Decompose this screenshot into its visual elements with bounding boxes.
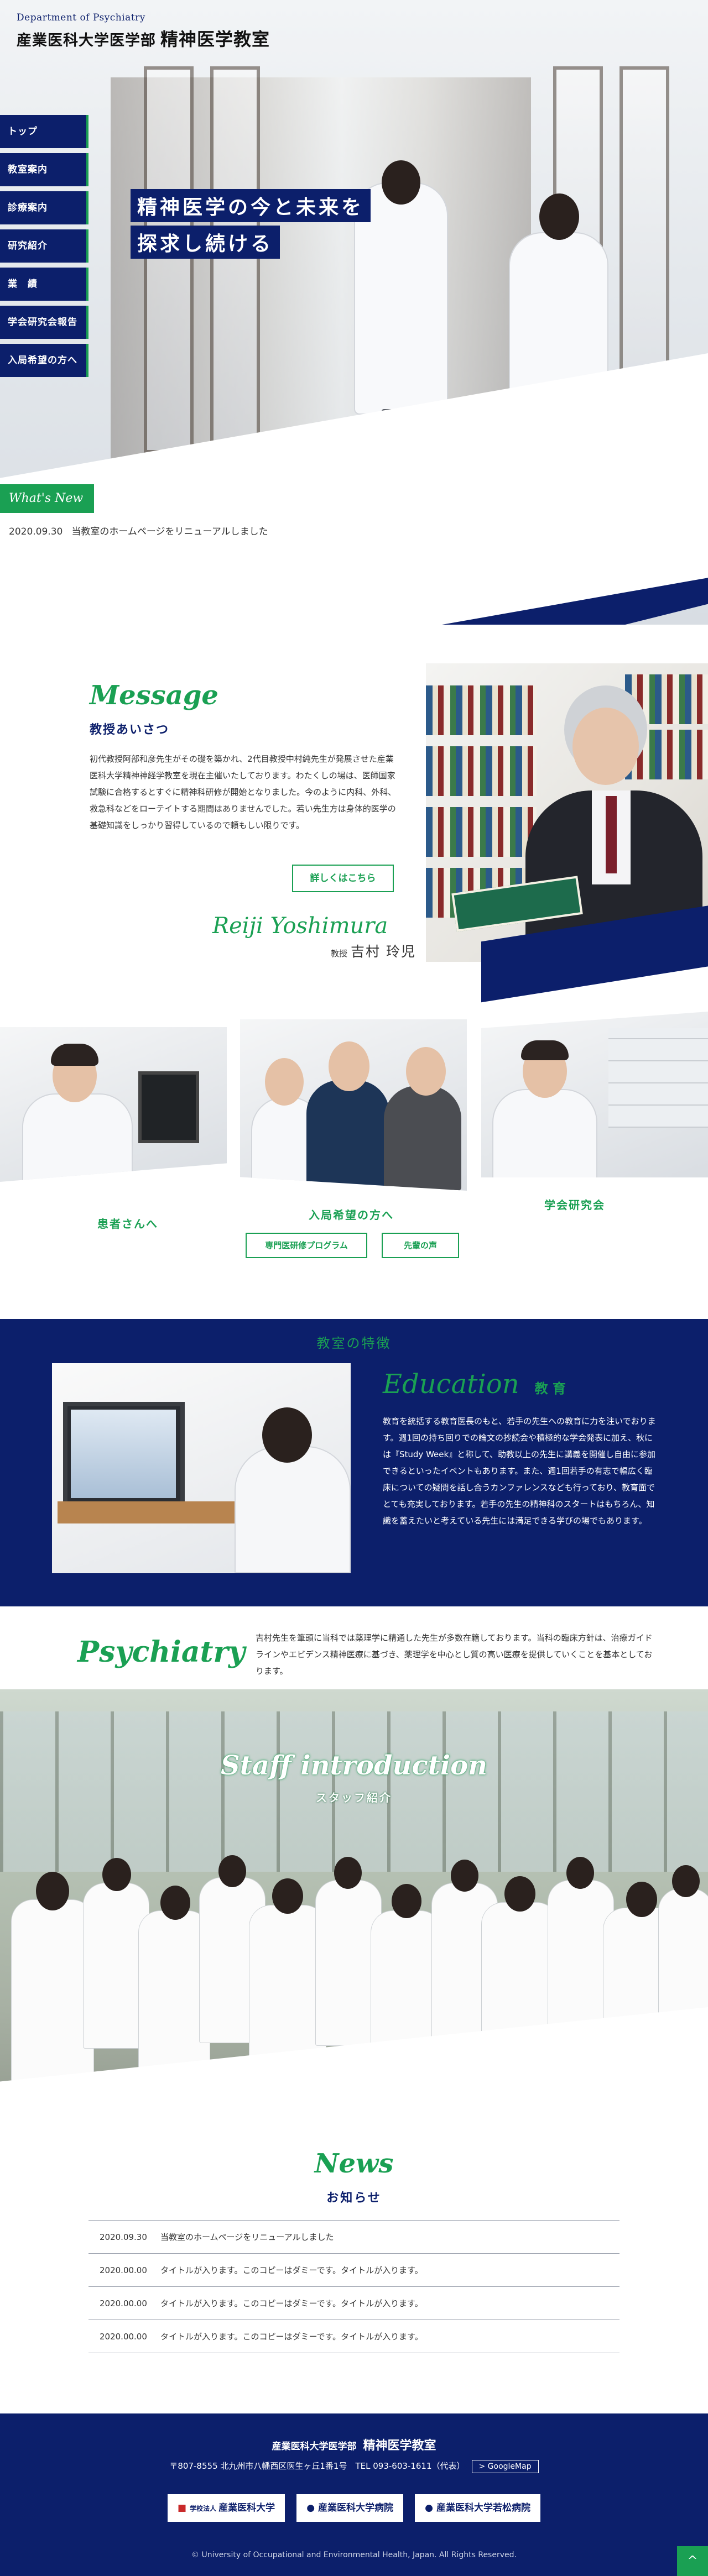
nav-item-about[interactable]: 教室案内 <box>0 153 88 186</box>
page: Department of Psychiatry 産業医科大学医学部 精神医学教室… <box>0 0 708 2576</box>
staff-title[interactable]: Staff introduction <box>0 1750 708 1781</box>
education-title: Education 教 育 <box>383 1369 566 1400</box>
hospital-mark-icon: ● <box>306 2502 315 2514</box>
news-title: News <box>314 2148 394 2179</box>
professor-name: 教授 吉村 玲児 <box>331 944 416 960</box>
whats-new-label: What's New <box>0 484 94 513</box>
news-item[interactable]: 2020.09.30 当教室のホームページをリニューアルしました <box>88 2221 620 2254</box>
nav-item-reports[interactable]: 学会研究会報告 <box>0 306 88 339</box>
society-link-label[interactable]: 学会研究会 <box>544 1196 605 1212</box>
footer-logos: ■ 学校法人 産業医科大学 ● 産業医科大学病院 ● 産業医科大学若松病院 <box>0 2494 708 2522</box>
residency-program-button[interactable]: 専門医研修プログラム <box>246 1233 367 1258</box>
education-photo <box>52 1363 351 1573</box>
hero-section: Department of Psychiatry 産業医科大学医学部 精神医学教室… <box>0 0 708 625</box>
wakamatsu-hospital-logo-link[interactable]: ● 産業医科大学若松病院 <box>415 2494 540 2522</box>
nav-item-achievements[interactable]: 業 績 <box>0 268 88 301</box>
nav-item-research[interactable]: 研究紹介 <box>0 229 88 263</box>
patients-photo-link[interactable] <box>0 1027 227 1182</box>
applicants-photo-link[interactable] <box>240 1019 467 1191</box>
society-photo-link[interactable] <box>481 1012 708 1177</box>
news-section: News お知らせ 2020.09.30 当教室のホームページをリニューアルしまし… <box>0 2148 708 2413</box>
latest-news-text: 当教室のホームページをリニューアルしました <box>71 526 268 537</box>
psychiatry-title: Psychiatry <box>77 1635 246 1669</box>
copyright: © University of Occupational and Environ… <box>191 2551 517 2559</box>
message-more-button[interactable]: 詳しくはこちら <box>292 865 394 892</box>
google-map-button[interactable]: > GoogleMap <box>471 2460 539 2473</box>
site-title: 産業医科大学医学部 精神医学教室 <box>17 29 270 50</box>
uoeh-mark-icon: ■ <box>178 2502 187 2514</box>
staff-subtitle: スタッフ紹介 <box>316 1791 392 1804</box>
site-logo[interactable]: Department of Psychiatry 産業医科大学医学部 精神医学教室 <box>17 12 270 51</box>
latest-news-date: 2020.09.30 <box>9 526 63 537</box>
wakamatsu-mark-icon: ● <box>425 2502 433 2514</box>
news-item[interactable]: 2020.00.00 タイトルが入ります。このコピーはダミーです。タイトルが入りま… <box>88 2287 620 2320</box>
news-subtitle: お知らせ <box>326 2191 382 2205</box>
psychiatry-body: 吉村先生を筆頭に当科では薬理学に精通した先生が多数在籍しております。当科の臨床方… <box>256 1633 653 1676</box>
footer: 産業医科大学医学部 精神医学教室 〒807-8555 北九州市八幡西区医生ヶ丘1番… <box>0 2413 708 2576</box>
psychiatry-section: Psychiatry 吉村先生を筆頭に当科では薬理学に精通した先生が多数在籍して… <box>0 1606 708 1689</box>
latest-news-link[interactable]: 2020.09.30 当教室のホームページをリニューアルしました <box>0 517 277 546</box>
applicants-link-label[interactable]: 入局希望の方へ <box>309 1206 394 1222</box>
patients-link-label[interactable]: 患者さんへ <box>97 1215 158 1231</box>
uoeh-logo-link[interactable]: ■ 学校法人 産業医科大学 <box>168 2494 285 2522</box>
footer-title: 産業医科大学医学部 精神医学教室 <box>272 2439 436 2453</box>
footer-address: 〒807-8555 北九州市八幡西区医生ヶ丘1番1号 TEL 093-603-1… <box>0 2460 708 2473</box>
news-list: 2020.09.30 当教室のホームページをリニューアルしました 2020.00.… <box>88 2220 620 2353</box>
message-title: Message <box>90 680 218 711</box>
page-top-button[interactable]: ^ <box>677 2546 708 2576</box>
links-section: 患者さんへ 入局希望の方へ 学会研究会 専門医研修プログラム 先輩の声 <box>0 1012 708 1271</box>
message-section: Message 教授あいさつ 初代教授阿部和彦先生がその礎を築かれ、2代目教授中… <box>0 625 708 1003</box>
education-body: 教育を統括する教育医長のもと、若手の先生への教育に力を注いでおります。週1回の持… <box>383 1416 656 1526</box>
features-heading: 教室の特徴 <box>316 1336 392 1351</box>
senior-voice-button[interactable]: 先輩の声 <box>382 1233 459 1258</box>
news-item[interactable]: 2020.00.00 タイトルが入ります。このコピーはダミーです。タイトルが入りま… <box>88 2254 620 2287</box>
professor-name-en: Reiji Yoshimura <box>212 913 388 939</box>
education-section: 教室の特徴 Education 教 育 教育を統括する教育医長のもと、若手の先生へ… <box>0 1319 708 1606</box>
hospital-logo-link[interactable]: ● 産業医科大学病院 <box>296 2494 404 2522</box>
dept-english: Department of Psychiatry <box>17 12 145 23</box>
news-item[interactable]: 2020.00.00 タイトルが入ります。このコピーはダミーです。タイトルが入りま… <box>88 2320 620 2353</box>
nav-item-recruit[interactable]: 入局希望の方へ <box>0 344 88 377</box>
main-nav: トップ 教室案内 診療案内 研究紹介 業 績 学会研究会報告 入局希望の方へ <box>0 115 88 382</box>
message-body: 初代教授阿部和彦先生がその礎を築かれ、2代目教授中村純先生が発展させた産業医科大… <box>90 754 397 830</box>
hero-catchcopy: 精神医学の今と未来を 探求し続ける <box>131 189 371 262</box>
staff-section: Staff introduction スタッフ紹介 <box>0 1689 708 2148</box>
nav-item-clinic[interactable]: 診療案内 <box>0 191 88 224</box>
message-subtitle: 教授あいさつ <box>90 723 170 737</box>
nav-item-top[interactable]: トップ <box>0 115 88 148</box>
